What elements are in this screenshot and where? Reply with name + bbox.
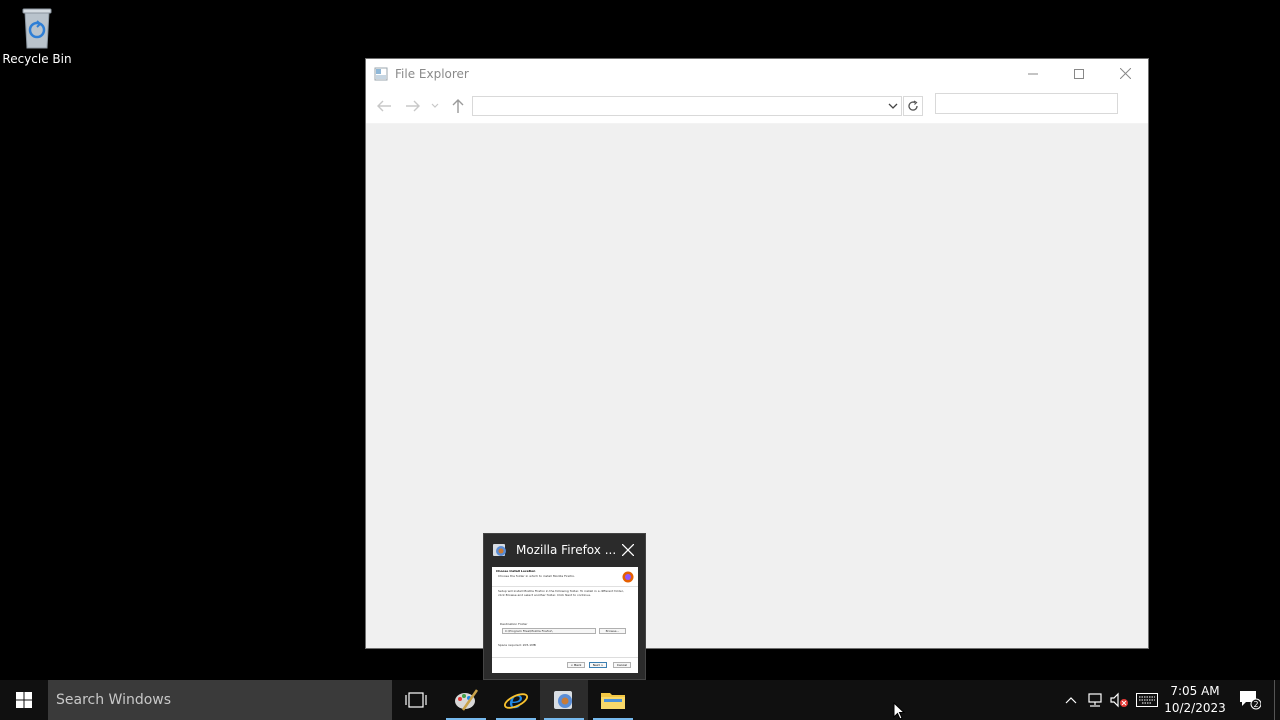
thumb-cancel-button: Cancel bbox=[613, 662, 631, 668]
taskbar-firefox-installer[interactable] bbox=[540, 680, 588, 720]
desktop-icon-label: Recycle Bin bbox=[2, 52, 72, 66]
clock-date: 10/2/2023 bbox=[1164, 701, 1226, 715]
taskbar-file-explorer[interactable] bbox=[589, 680, 637, 720]
desktop-icon-recycle-bin[interactable]: Recycle Bin bbox=[2, 6, 72, 66]
forward-button[interactable] bbox=[403, 96, 423, 116]
thumb-subheading: Choose the folder in which to install Mo… bbox=[498, 574, 576, 578]
network-icon bbox=[1088, 693, 1102, 707]
arrow-up-icon bbox=[452, 99, 464, 113]
window-title: File Explorer bbox=[395, 66, 469, 81]
show-hidden-icons-button[interactable] bbox=[1062, 680, 1080, 720]
show-desktop-button[interactable] bbox=[1274, 680, 1280, 720]
up-button[interactable] bbox=[448, 96, 468, 116]
chevron-down-icon bbox=[431, 103, 439, 108]
thumb-space-label: Space required: 205.1MB bbox=[498, 643, 536, 647]
taskbar-internet-explorer[interactable]: e bbox=[492, 680, 540, 720]
refresh-button[interactable] bbox=[903, 96, 923, 116]
thumb-body: Setup will install Mozilla Firefox in th… bbox=[498, 589, 624, 597]
maximize-icon bbox=[1074, 68, 1084, 79]
thumb-heading: Choose Install Location bbox=[496, 569, 536, 573]
arrow-left-icon bbox=[377, 100, 391, 112]
close-icon bbox=[622, 544, 634, 556]
installer-icon bbox=[493, 544, 506, 556]
back-button[interactable] bbox=[374, 96, 394, 116]
taskbar-search-placeholder: Search Windows bbox=[56, 692, 172, 708]
taskbar-search[interactable]: Search Windows bbox=[48, 680, 392, 720]
firefox-logo-icon bbox=[622, 571, 634, 583]
taskbar-clock[interactable]: 7:05 AM 10/2/2023 bbox=[1164, 683, 1226, 717]
taskbar-thumbnail-preview[interactable]: Mozilla Firefox ... Choose Install Locat… bbox=[483, 533, 646, 680]
keyboard-icon bbox=[1136, 693, 1158, 707]
internet-explorer-icon: e bbox=[504, 687, 528, 713]
mouse-cursor-icon bbox=[893, 702, 905, 720]
thumb-folder-field: C:\Program Files\Mozilla Firefox\ bbox=[502, 628, 596, 634]
thumb-next-button: Next > bbox=[589, 662, 607, 668]
action-center-button[interactable]: 2 bbox=[1234, 680, 1266, 720]
task-view-icon bbox=[405, 692, 427, 708]
taskbar: Search Windows e 7:05 AM 10/2/2023 2 bbox=[0, 680, 1280, 720]
window-titlebar[interactable]: File Explorer bbox=[366, 59, 1148, 88]
maximize-button[interactable] bbox=[1056, 59, 1102, 88]
paint-icon bbox=[455, 689, 479, 711]
notification-count: 2 bbox=[1253, 700, 1258, 709]
network-button[interactable] bbox=[1084, 680, 1106, 720]
address-bar[interactable] bbox=[472, 96, 902, 116]
recycle-bin-icon bbox=[22, 8, 52, 49]
installer-icon bbox=[554, 691, 572, 709]
volume-button[interactable] bbox=[1108, 680, 1130, 720]
chevron-up-icon bbox=[1065, 697, 1077, 704]
arrow-right-icon bbox=[406, 100, 420, 112]
start-button[interactable] bbox=[0, 680, 48, 720]
folder-icon bbox=[601, 693, 625, 709]
minimize-icon bbox=[1028, 73, 1038, 74]
chevron-down-icon bbox=[888, 103, 898, 109]
taskbar-paint[interactable] bbox=[442, 680, 490, 720]
windows-logo-icon bbox=[16, 692, 32, 708]
clock-time: 7:05 AM bbox=[1170, 684, 1220, 698]
search-input[interactable] bbox=[935, 93, 1118, 114]
close-icon bbox=[1119, 68, 1131, 79]
close-button[interactable] bbox=[1102, 59, 1148, 88]
recent-locations-button[interactable] bbox=[428, 96, 442, 116]
volume-muted-icon bbox=[1110, 692, 1128, 708]
preview-title: Mozilla Firefox ... bbox=[516, 543, 617, 557]
svg-text:e: e bbox=[509, 687, 523, 713]
file-explorer-app-icon bbox=[374, 67, 388, 80]
notification-icon: 2 bbox=[1240, 691, 1261, 710]
thumb-browse-button: Browse... bbox=[599, 628, 626, 634]
task-view-button[interactable] bbox=[392, 680, 440, 720]
minimize-button[interactable] bbox=[1010, 59, 1056, 88]
address-dropdown-button[interactable] bbox=[884, 97, 902, 115]
preview-close-button[interactable] bbox=[619, 541, 637, 559]
preview-thumbnail[interactable]: Choose Install Location Choose the folde… bbox=[492, 567, 638, 673]
thumb-back-button: < Back bbox=[567, 662, 585, 668]
refresh-icon bbox=[908, 100, 918, 111]
thumb-folder-label: Destination Folder bbox=[500, 622, 528, 626]
touch-keyboard-button[interactable] bbox=[1134, 680, 1160, 720]
preview-header: Mozilla Firefox ... bbox=[484, 534, 645, 566]
